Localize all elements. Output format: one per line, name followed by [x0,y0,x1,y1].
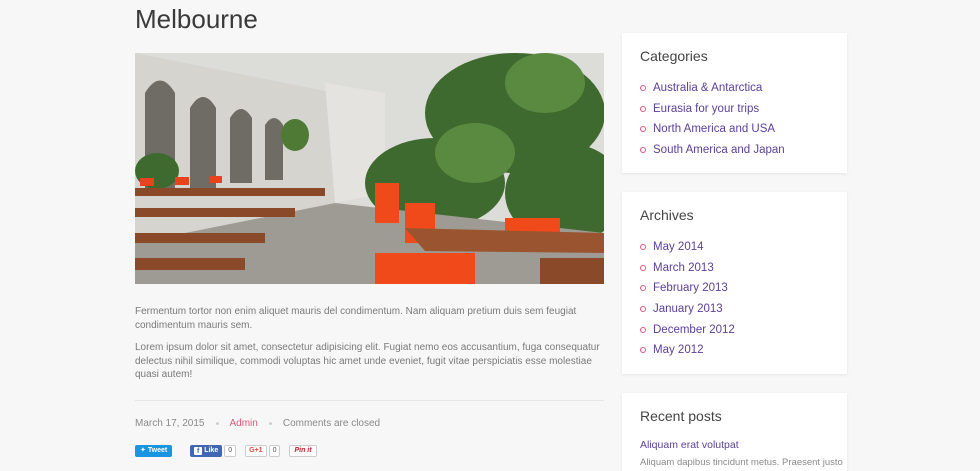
archive-link[interactable]: December 2012 [653,324,735,336]
circle-bullet-icon [640,285,646,292]
archive-item[interactable]: December 2012 [640,319,735,340]
circle-bullet-icon [640,326,646,333]
category-link[interactable]: South America and Japan [653,144,785,156]
archive-link[interactable]: February 2013 [653,282,728,294]
circle-bullet-icon [640,306,646,313]
circle-bullet-icon [640,105,646,112]
category-item[interactable]: Australia & Antarctica [640,78,785,99]
like-label: Like [204,447,219,454]
archives-list: May 2014 March 2013 February 2013 Januar… [640,237,735,361]
post-divider [135,400,604,401]
facebook-like-button[interactable]: f Like [190,445,223,457]
post-title: Melbourne [135,4,258,34]
post-featured-image[interactable] [135,53,604,284]
post-comments-status: Comments are closed [282,418,381,429]
category-link[interactable]: Eurasia for your trips [653,103,759,115]
category-item[interactable]: Eurasia for your trips [640,99,785,120]
archives-widget: Archives May 2014 March 2013 February 20… [622,192,847,374]
post-date: March 17, 2015 [135,418,205,429]
archives-title: Archives [640,207,694,223]
recent-post-link[interactable]: Aliquam erat volutpat [640,439,739,451]
circle-bullet-icon [640,347,646,354]
archive-link[interactable]: March 2013 [653,262,714,274]
facebook-like-count: 0 [224,445,237,457]
tweet-button[interactable]: ✦ Tweet [135,445,173,457]
recent-posts-title: Recent posts [640,408,722,424]
post-author-link[interactable]: Admin [230,418,258,429]
post-content: Fermentum tortor non enim aliquet mauris… [135,305,605,391]
facebook-icon: f [194,447,203,455]
categories-list: Australia & Antarctica Eurasia for your … [640,78,785,160]
tweet-label: Tweet [147,447,168,454]
circle-bullet-icon [640,126,646,133]
google-plus-count: 0 [268,445,281,457]
category-link[interactable]: North America and USA [653,123,775,135]
circle-bullet-icon [640,85,646,92]
street-cafe-photo [135,53,604,284]
archive-item[interactable]: March 2013 [640,258,735,279]
social-share-bar: ✦ Tweet f Like 0 G+1 0 Pin it [135,445,317,457]
pinterest-button[interactable]: Pin it [289,445,317,457]
category-item[interactable]: South America and Japan [640,140,785,161]
meta-separator-icon [215,422,219,425]
post-paragraph: Lorem ipsum dolor sit amet, consectetur … [135,342,600,380]
circle-bullet-icon [640,264,646,271]
archive-link[interactable]: January 2013 [653,303,723,315]
categories-title: Categories [640,48,708,64]
archive-item[interactable]: February 2013 [640,278,735,299]
archive-item[interactable]: January 2013 [640,299,735,320]
category-item[interactable]: North America and USA [640,119,785,140]
meta-separator-icon [268,422,272,425]
circle-bullet-icon [640,244,646,251]
post-paragraph: Fermentum tortor non enim aliquet mauris… [135,306,577,331]
archive-item[interactable]: May 2012 [640,340,735,361]
archive-link[interactable]: May 2012 [653,344,704,356]
circle-bullet-icon [640,147,646,154]
recent-post-excerpt: Aliquam dapibus tincidunt metus. Praesen… [640,457,843,468]
categories-widget: Categories Australia & Antarctica Eurasi… [622,33,847,173]
twitter-bird-icon: ✦ [140,447,146,454]
archive-link[interactable]: May 2014 [653,241,704,253]
google-plus-button[interactable]: G+1 [245,445,267,457]
post-meta: March 17, 2015 Admin Comments are closed [135,418,380,429]
category-link[interactable]: Australia & Antarctica [653,82,762,94]
recent-posts-widget: Recent posts Aliquam erat volutpat Aliqu… [622,393,847,471]
archive-item[interactable]: May 2014 [640,237,735,258]
